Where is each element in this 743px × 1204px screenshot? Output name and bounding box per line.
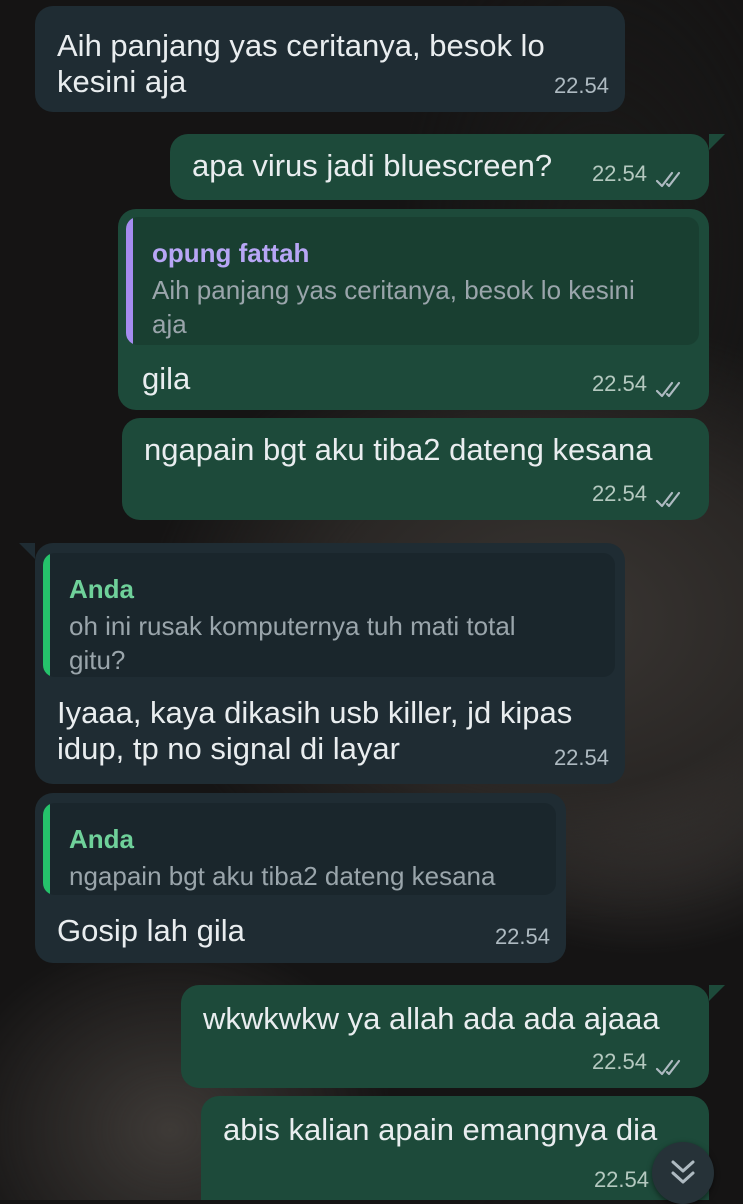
double-check-icon <box>655 1058 687 1078</box>
incoming-message[interactable]: Anda ngapain bgt aku tiba2 dateng kesana… <box>35 793 566 963</box>
message-time: 22.54 <box>553 73 609 98</box>
bubble-tail <box>709 134 725 150</box>
double-chevron-down-icon <box>671 1160 695 1184</box>
quote-accent-bar <box>126 217 133 345</box>
quote-accent-bar <box>43 803 50 895</box>
incoming-message[interactable]: Anda oh ini rusak komputernya tuh mati t… <box>35 543 625 784</box>
bubble-tail <box>19 543 35 559</box>
quoted-message[interactable]: Anda oh ini rusak komputernya tuh mati t… <box>43 553 615 677</box>
message-text: Iyaaa, kaya dikasih usb killer, jd kipas… <box>57 695 573 766</box>
double-check-icon <box>655 170 687 190</box>
scroll-to-bottom-button[interactable] <box>652 1142 714 1204</box>
message-time: 22.54 <box>591 161 647 186</box>
outgoing-message[interactable]: opung fattah Aih panjang yas ceritanya, … <box>118 209 709 410</box>
incoming-message[interactable]: Aih panjang yas ceritanya, besok lo kesi… <box>35 6 625 112</box>
message-text: Aih panjang yas ceritanya, besok lo kesi… <box>57 28 545 99</box>
message-text: wkwkwkw ya allah ada ada ajaaa <box>203 1001 660 1036</box>
outgoing-message[interactable]: wkwkwkw ya allah ada ada ajaaa 22.54 <box>181 985 709 1088</box>
quoted-message[interactable]: Anda ngapain bgt aku tiba2 dateng kesana <box>43 803 556 895</box>
message-time: 22.54 <box>591 481 647 506</box>
message-time: 22.54 <box>591 1049 647 1074</box>
outgoing-message[interactable]: abis kalian apain emangnya dia 22.54 <box>201 1096 709 1200</box>
quote-text: oh ini rusak komputernya tuh mati total … <box>69 611 516 675</box>
double-check-icon <box>655 380 687 400</box>
quoted-message[interactable]: opung fattah Aih panjang yas ceritanya, … <box>126 217 699 345</box>
message-text: ngapain bgt aku tiba2 dateng kesana <box>144 432 653 467</box>
message-text: abis kalian apain emangnya dia <box>223 1112 658 1147</box>
message-text: Gosip lah gila <box>57 913 245 948</box>
quote-accent-bar <box>43 553 50 677</box>
bubble-tail <box>709 985 725 1001</box>
message-time: 22.54 <box>553 745 609 770</box>
outgoing-message[interactable]: ngapain bgt aku tiba2 dateng kesana 22.5… <box>122 418 709 520</box>
quote-text: ngapain bgt aku tiba2 dateng kesana <box>69 861 496 891</box>
message-text: apa virus jadi bluescreen? <box>192 148 553 183</box>
outgoing-message[interactable]: apa virus jadi bluescreen? 22.54 <box>170 134 709 200</box>
quote-sender-name: Anda <box>69 824 134 854</box>
message-text: gila <box>142 361 191 396</box>
message-time: 22.54 <box>593 1167 649 1192</box>
message-time: 22.54 <box>591 371 647 396</box>
quote-sender-name: Anda <box>69 574 134 604</box>
quote-text: Aih panjang yas ceritanya, besok lo kesi… <box>152 275 635 339</box>
double-check-icon <box>655 490 687 510</box>
quote-sender-name: opung fattah <box>152 238 310 268</box>
message-time: 22.54 <box>494 924 550 949</box>
